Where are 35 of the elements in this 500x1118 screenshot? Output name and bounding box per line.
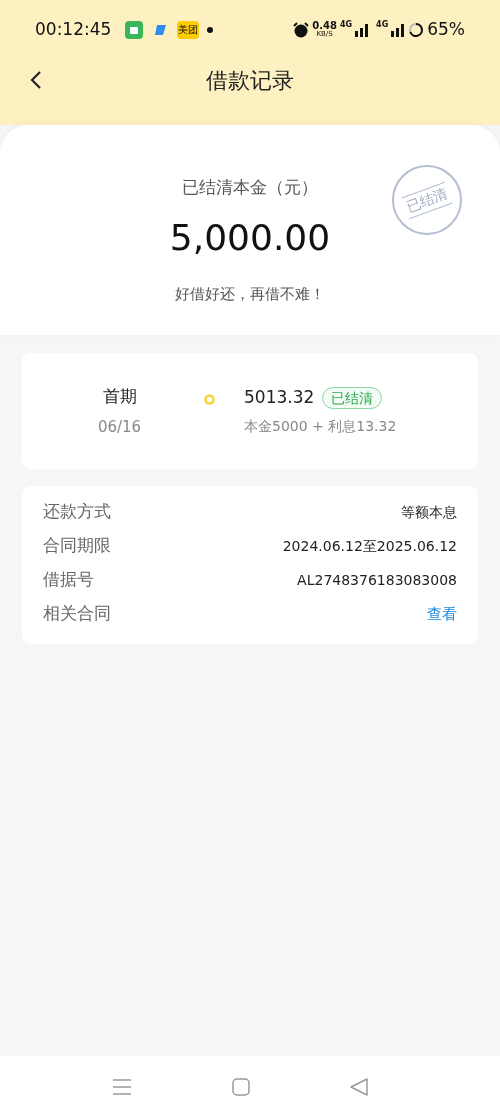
- status-tag: 已结清: [322, 386, 383, 409]
- settled-stamp: 已结清: [392, 165, 462, 235]
- installment-amount: 5013.32: [244, 385, 315, 409]
- installment-date: 06/16: [97, 416, 142, 438]
- app-badge: 美团: [177, 21, 200, 39]
- summary-label: 已结清本金（元）: [182, 176, 318, 199]
- battery-icon: [408, 22, 425, 38]
- installment-breakdown: 本金5000 + 利息13.32: [244, 417, 397, 437]
- detail-value: AL2748376183083008: [297, 570, 457, 590]
- installment-name: 首期: [102, 385, 137, 408]
- detail-label: 还款方式: [43, 500, 111, 524]
- network-label: 4G: [376, 19, 389, 32]
- back-icon[interactable]: [350, 1078, 368, 1096]
- speed-value: 0.48: [312, 21, 337, 30]
- menu-icon[interactable]: [112, 1078, 132, 1096]
- network-label: 4G: [339, 19, 353, 32]
- slogan: 好借好还，再借不难！: [175, 283, 325, 305]
- clock: 00:12:45: [35, 18, 112, 42]
- detail-label: 借据号: [43, 568, 94, 592]
- back-icon: [30, 70, 42, 90]
- detail-label: 相关合同: [43, 602, 111, 626]
- detail-label: 合同期限: [43, 534, 111, 558]
- signal-icon: [355, 23, 370, 37]
- alarm-icon: [293, 22, 310, 38]
- settled-amount: 5,000.00: [169, 215, 331, 260]
- app-icon: [125, 21, 144, 39]
- battery-level: 65%: [427, 18, 465, 42]
- detail-value: 2024.06.12至2025.06.12: [282, 536, 457, 556]
- detail-value: 等额本息: [401, 502, 457, 522]
- home-icon[interactable]: [232, 1078, 250, 1096]
- timeline-dot-icon: [204, 394, 215, 405]
- view-contract-link[interactable]: 查看: [427, 602, 457, 626]
- page-title: 借款记录: [206, 66, 294, 95]
- signal-icon: [391, 23, 406, 37]
- dot-icon: [207, 27, 214, 33]
